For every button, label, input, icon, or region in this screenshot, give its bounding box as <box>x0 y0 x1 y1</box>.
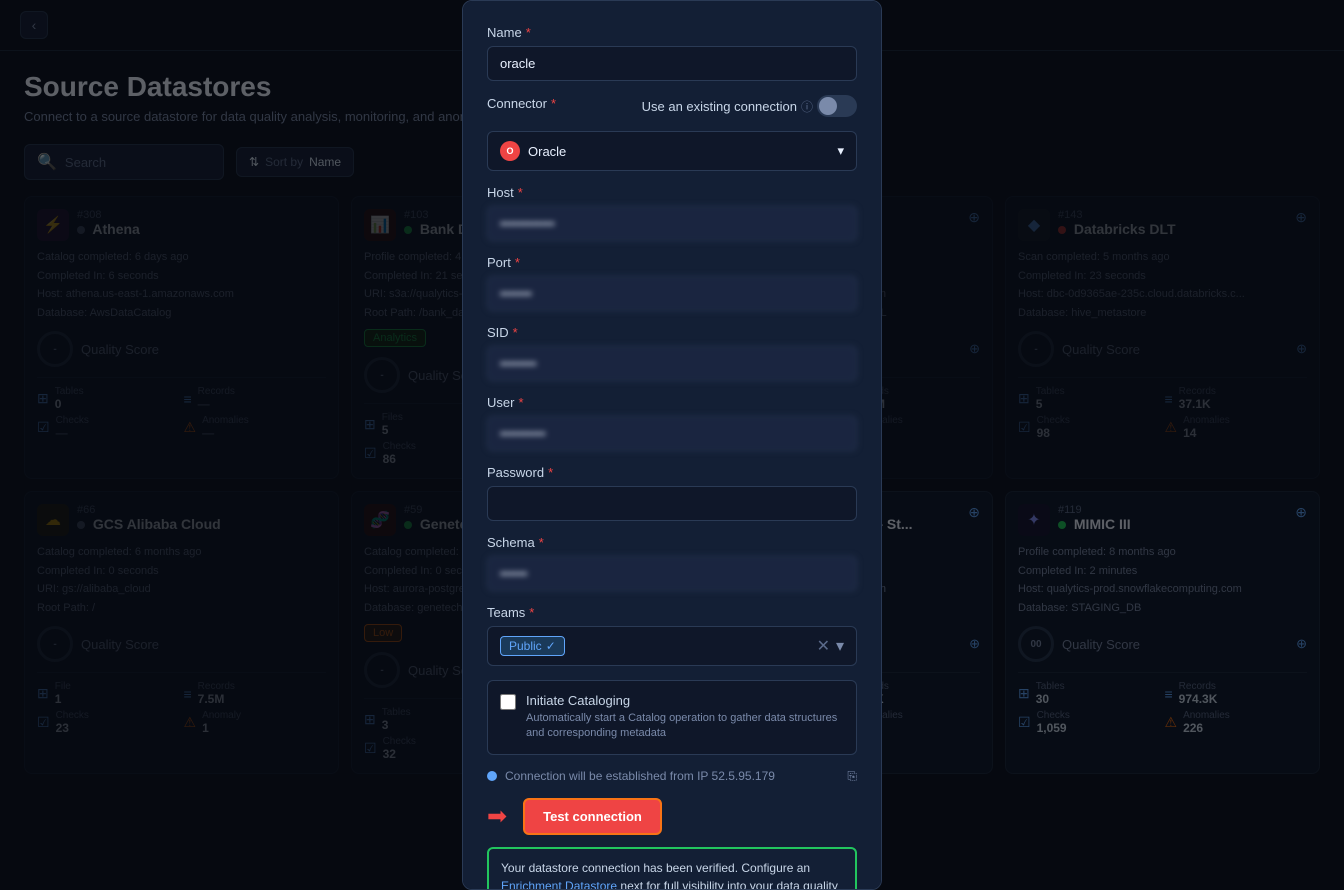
teams-select-left: Public ✓ <box>500 636 565 656</box>
initiate-text: Initiate Cataloging Automatically start … <box>526 693 844 742</box>
user-label: User * <box>487 395 857 410</box>
connector-select-left: O Oracle <box>500 141 566 161</box>
copy-icon[interactable]: ⎘ <box>847 769 857 784</box>
info-icon[interactable]: ⓘ <box>801 98 813 115</box>
use-existing-toggle[interactable] <box>817 95 857 117</box>
toggle-knob <box>819 97 837 115</box>
oracle-logo: O <box>500 141 520 161</box>
conn-dot <box>487 771 497 781</box>
datastore-modal: Name * Connector * Use an existing conne… <box>462 0 882 890</box>
required-star: * <box>526 25 531 40</box>
teams-select[interactable]: Public ✓ ✕ ▾ <box>487 626 857 666</box>
host-label: Host * <box>487 185 857 200</box>
connector-value: Oracle <box>528 144 566 159</box>
required-star-port: * <box>515 255 520 270</box>
host-input[interactable] <box>487 206 857 241</box>
port-input[interactable] <box>487 276 857 311</box>
required-star-teams: * <box>529 605 534 620</box>
port-field: Port * <box>487 255 857 311</box>
arrow-indicator: ➡ <box>487 802 507 831</box>
initiate-checkbox[interactable] <box>500 694 516 710</box>
success-text: Your datastore connection has been verif… <box>501 861 838 890</box>
teams-label: Teams * <box>487 605 857 620</box>
user-input[interactable] <box>487 416 857 451</box>
chevron-down-icon: ▾ <box>836 636 844 656</box>
teams-field: Teams * Public ✓ ✕ ▾ <box>487 605 857 666</box>
host-field: Host * <box>487 185 857 241</box>
required-star-user: * <box>518 395 523 410</box>
initiate-cataloging: Initiate Cataloging Automatically start … <box>487 680 857 755</box>
user-field: User * <box>487 395 857 451</box>
test-row: ➡ Test connection <box>487 798 857 835</box>
schema-label: Schema * <box>487 535 857 550</box>
required-star-host: * <box>518 185 523 200</box>
name-field: Name * <box>487 25 857 81</box>
conn-info-text: Connection will be established from IP 5… <box>505 769 775 783</box>
required-star-schema: * <box>539 535 544 550</box>
schema-input[interactable] <box>487 556 857 591</box>
use-existing-label: Use an existing connection <box>642 99 797 114</box>
port-label: Port * <box>487 255 857 270</box>
password-input[interactable] <box>487 486 857 521</box>
connector-select-field: O Oracle ▾ <box>487 131 857 171</box>
chevron-down-icon: ▾ <box>837 143 844 159</box>
connector-row: Connector * Use an existing connection ⓘ <box>487 95 857 117</box>
public-tag: Public ✓ <box>500 636 565 656</box>
teams-select-right: ✕ ▾ <box>817 636 844 656</box>
name-label: Name * <box>487 25 857 40</box>
initiate-title: Initiate Cataloging <box>526 693 844 708</box>
connector-label: Connector * <box>487 96 556 111</box>
sid-input[interactable] <box>487 346 857 381</box>
connector-select[interactable]: O Oracle ▾ <box>487 131 857 171</box>
required-star-connector: * <box>551 96 556 111</box>
sid-label: SID * <box>487 325 857 340</box>
use-existing-group: Use an existing connection ⓘ <box>642 95 857 117</box>
required-star-password: * <box>548 465 553 480</box>
public-tag-icon: ✓ <box>546 639 556 653</box>
public-tag-label: Public <box>509 639 542 653</box>
test-connection-button[interactable]: Test connection <box>523 798 662 835</box>
clear-icon[interactable]: ✕ <box>817 636 830 656</box>
password-label: Password * <box>487 465 857 480</box>
password-field: Password * <box>487 465 857 521</box>
success-message: Your datastore connection has been verif… <box>487 847 857 890</box>
connection-info: Connection will be established from IP 5… <box>487 769 857 784</box>
schema-field: Schema * <box>487 535 857 591</box>
sid-field: SID * <box>487 325 857 381</box>
name-input[interactable] <box>487 46 857 81</box>
required-star-sid: * <box>513 325 518 340</box>
initiate-desc: Automatically start a Catalog operation … <box>526 711 844 742</box>
